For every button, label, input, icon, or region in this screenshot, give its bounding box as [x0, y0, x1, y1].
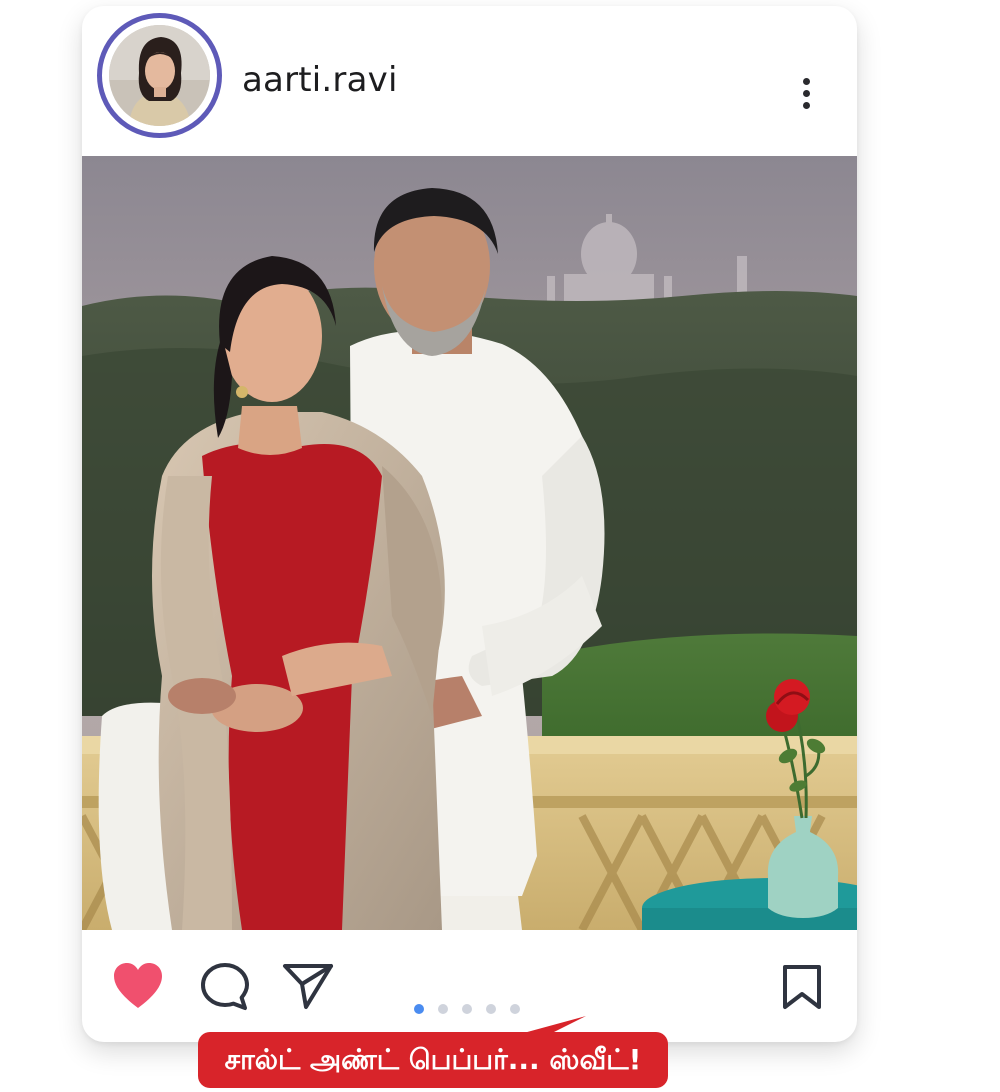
comment-button[interactable]	[200, 962, 250, 1012]
carousel-dot[interactable]	[510, 1004, 520, 1014]
username[interactable]: aarti.ravi	[242, 60, 398, 100]
post-card: aarti.ravi	[82, 6, 857, 1042]
bookmark-icon	[783, 965, 821, 1009]
caption-banner: சால்ட் அண்ட் பெப்பர்... ஸ்வீட்!	[198, 1016, 668, 1088]
carousel-dot[interactable]	[438, 1004, 448, 1014]
more-options-icon[interactable]	[794, 78, 818, 122]
page: aarti.ravi சால்ட் அண்ட் பெப்பர்... ஸ்வீட…	[0, 0, 1000, 1092]
comment-icon	[201, 963, 249, 1010]
carousel-dot[interactable]	[486, 1004, 496, 1014]
send-icon	[283, 964, 333, 1009]
save-button[interactable]	[780, 964, 824, 1010]
carousel-dot[interactable]	[414, 1004, 424, 1014]
share-button[interactable]	[282, 962, 334, 1010]
post-image[interactable]	[82, 156, 857, 930]
caption-text: சால்ட் அண்ட் பெப்பர்... ஸ்வீட்!	[198, 1032, 668, 1088]
avatar-image	[109, 25, 210, 126]
post-header: aarti.ravi	[82, 6, 857, 156]
like-button[interactable]	[112, 962, 164, 1010]
profile-avatar[interactable]	[97, 13, 222, 138]
carousel-dot[interactable]	[462, 1004, 472, 1014]
heart-icon	[114, 963, 162, 1008]
